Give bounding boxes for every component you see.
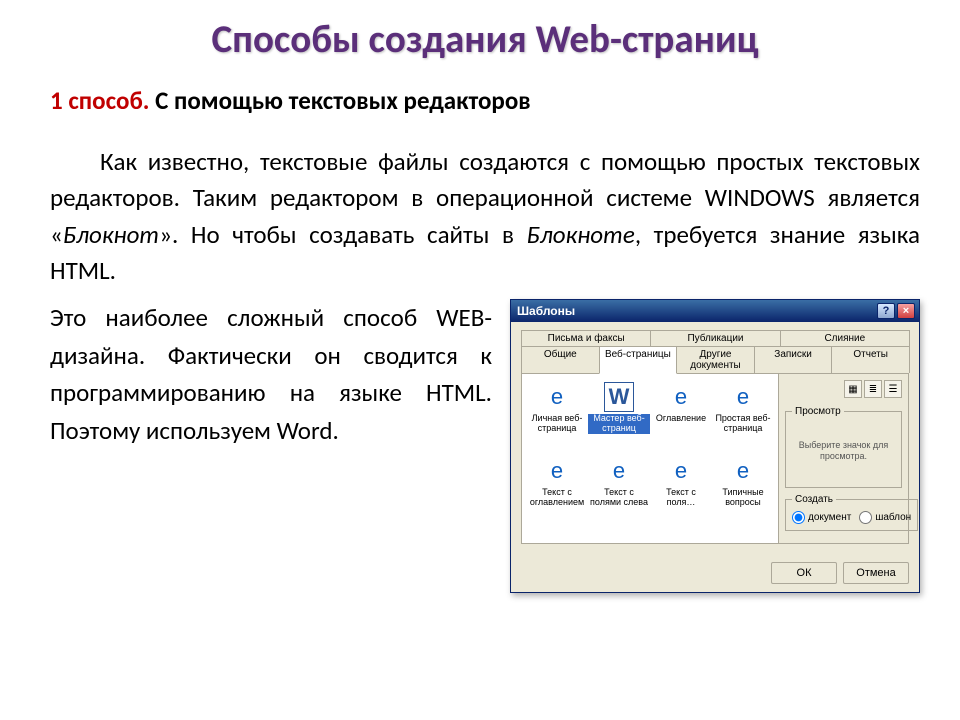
template-icon-area: eЛичная веб-страницаWМастер веб-страницe… [522, 374, 778, 543]
ok-button[interactable]: ОК [771, 562, 837, 584]
radio-template-label: шаблон [875, 512, 911, 523]
template-item-label: Текст с полями слева [588, 488, 650, 508]
close-icon[interactable]: × [897, 303, 915, 319]
radio-document-input[interactable] [792, 511, 805, 524]
view-details-icon[interactable]: ☰ [884, 380, 902, 398]
radio-template-input[interactable] [859, 511, 872, 524]
method-heading: 1 способ. С помощью текстовых редакторов [50, 85, 920, 116]
create-legend: Создать [792, 494, 836, 505]
ie-icon: e [604, 456, 634, 486]
template-item-label: Текст с поля… [650, 488, 712, 508]
template-item-label: Простая веб-страница [712, 414, 774, 434]
tab-letters[interactable]: Письма и факсы [521, 330, 651, 346]
tab-notes[interactable]: Записки [754, 346, 833, 373]
tab-other-docs[interactable]: Другие документы [676, 346, 755, 373]
preview-group: Просмотр Выберите значок для просмотра. [785, 406, 902, 488]
tab-reports[interactable]: Отчеты [831, 346, 910, 373]
ie-icon: e [728, 382, 758, 412]
cancel-button[interactable]: Отмена [843, 562, 909, 584]
paragraph-2: Это наиболее сложный способ WEB-дизайна.… [50, 299, 492, 593]
templates-dialog: Шаблоны ? × Письма и факсы Публикации Сл… [510, 299, 920, 593]
paragraph-1: Как известно, текстовые файлы создаются … [50, 144, 920, 289]
ie-icon: e [666, 456, 696, 486]
template-item[interactable]: WМастер веб-страниц [588, 382, 650, 452]
template-item[interactable]: eТекст с полями слева [588, 456, 650, 526]
tabs-row-top: Письма и факсы Публикации Слияние [521, 330, 909, 347]
template-item[interactable]: e Оглавление [650, 382, 712, 452]
view-large-icon[interactable]: ▦ [844, 380, 862, 398]
template-item-label: Личная веб-страница [526, 414, 588, 434]
slide-title: Способы создания Web-страниц [50, 16, 920, 63]
method-subtitle: С помощью текстовых редакторов [149, 85, 530, 116]
p1-run2: ». Но чтобы создавать сайты в [159, 219, 526, 250]
method-number: 1 способ. [50, 85, 149, 116]
dialog-titlebar: Шаблоны ? × [511, 300, 919, 322]
tab-webpages[interactable]: Веб-страницы [599, 346, 678, 374]
p1-italic1: Блокнот [63, 219, 159, 250]
template-item[interactable]: eЛичная веб-страница [526, 382, 588, 452]
radio-document[interactable]: документ [792, 511, 851, 524]
ie-icon: e [666, 382, 696, 412]
preview-legend: Просмотр [792, 406, 844, 417]
template-item[interactable]: eТекст с поля… [650, 456, 712, 526]
radio-template[interactable]: шаблон [859, 511, 911, 524]
template-item[interactable]: eТекст с оглавлением [526, 456, 588, 526]
template-item[interactable]: eПростая веб-страница [712, 382, 774, 452]
help-icon[interactable]: ? [877, 303, 895, 319]
ie-icon: e [542, 382, 572, 412]
radio-document-label: документ [808, 512, 851, 523]
tabs-row-bottom: Общие Веб-страницы Другие документы Запи… [521, 346, 909, 374]
view-list-icon[interactable]: ≣ [864, 380, 882, 398]
template-item[interactable]: eТипичные вопросы [712, 456, 774, 526]
template-item-label: Мастер веб-страниц [588, 414, 650, 434]
word-icon: W [604, 382, 634, 412]
ie-icon: e [542, 456, 572, 486]
tab-publications[interactable]: Публикации [650, 330, 780, 346]
ie-icon: e [728, 456, 758, 486]
tab-general[interactable]: Общие [521, 346, 600, 373]
dialog-title: Шаблоны [517, 304, 575, 318]
p1-italic2: Блокноте [527, 219, 635, 250]
template-item-label: Оглавление [654, 414, 708, 424]
dialog-side-panel: ▦ ≣ ☰ Просмотр Выберите значок для просм… [778, 374, 908, 543]
create-group: Создать документ шаблон [785, 494, 918, 531]
preview-placeholder: Выберите значок для просмотра. [792, 421, 895, 481]
template-item-label: Текст с оглавлением [526, 488, 588, 508]
template-item-label: Типичные вопросы [712, 488, 774, 508]
tab-merge[interactable]: Слияние [780, 330, 910, 346]
